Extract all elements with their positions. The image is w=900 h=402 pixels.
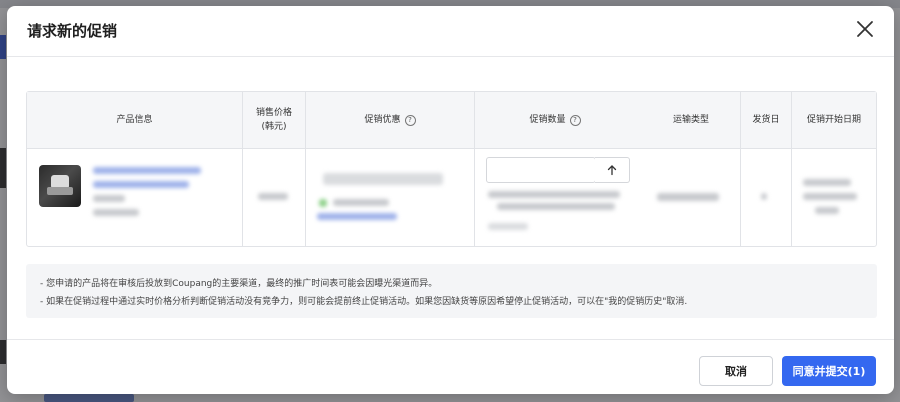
modal-footer: 取消 同意并提交(1) — [7, 339, 894, 394]
arrow-up-icon[interactable] — [595, 157, 630, 183]
header-promo-quantity: 促销数量 ? — [475, 92, 635, 148]
agree-submit-button[interactable]: 同意并提交(1) — [782, 356, 876, 386]
promotion-notice: - 您申请的产品将在审核后投放到Coupang的主要渠道，最终的推广时间表可能会… — [26, 264, 877, 318]
product-option — [93, 195, 125, 202]
header-promo-discount-label: 促销优惠 — [364, 115, 401, 125]
promo-quantity-hint — [497, 203, 615, 210]
product-id — [93, 209, 139, 216]
close-icon[interactable] — [854, 18, 876, 40]
product-thumbnail[interactable] — [39, 165, 81, 207]
promotion-request-modal: 请求新的促销 产品信息 销售价格 (韩元) 促销优惠 ? 促销数量 ? 运输类型 — [7, 6, 894, 394]
promo-discount-link[interactable] — [317, 213, 397, 220]
header-sale-price: 销售价格 (韩元) — [243, 92, 305, 148]
notice-line: - 如果在促销过程中通过实时价格分析判断促销活动没有竞争力，则可能会提前终止促销… — [40, 297, 688, 307]
modal-title: 请求新的促销 — [27, 22, 118, 40]
cancel-button[interactable]: 取消 — [699, 356, 773, 386]
product-name-link[interactable] — [93, 167, 201, 174]
table-row — [27, 149, 876, 245]
promo-start-date-value — [803, 193, 857, 200]
ship-day-value — [761, 193, 767, 200]
promo-start-date-value — [803, 179, 851, 186]
promo-discount-info — [333, 199, 389, 206]
sale-price-value — [258, 193, 288, 200]
check-icon — [319, 199, 327, 207]
promo-discount-field[interactable] — [323, 173, 443, 185]
promo-quantity-hint — [488, 191, 620, 198]
header-sale-price-unit: (韩元) — [261, 122, 287, 132]
shipping-type-value — [657, 193, 719, 201]
header-ship-day: 发货日 — [752, 115, 780, 125]
table-header: 产品信息 销售价格 (韩元) 促销优惠 ? 促销数量 ? 运输类型 发货日 促销… — [27, 92, 876, 149]
promo-quantity-input[interactable] — [486, 157, 596, 183]
question-circle-icon[interactable]: ? — [404, 114, 416, 126]
notice-line: - 您申请的产品将在审核后投放到Coupang的主要渠道，最终的推广时间表可能会… — [40, 279, 438, 289]
header-promo-discount: 促销优惠 ? — [306, 92, 474, 148]
header-shipping-type: 运输类型 — [672, 115, 709, 125]
promo-start-date-value — [815, 207, 839, 214]
modal-header: 请求新的促销 — [7, 6, 894, 57]
header-sale-price-label: 销售价格 — [255, 108, 292, 118]
question-circle-icon[interactable]: ? — [569, 114, 581, 126]
promotion-product-table: 产品信息 销售价格 (韩元) 促销优惠 ? 促销数量 ? 运输类型 发货日 促销… — [26, 91, 877, 247]
header-product-info: 产品信息 — [116, 115, 153, 125]
promo-quantity-note — [488, 223, 528, 230]
header-promo-quantity-label: 促销数量 — [529, 115, 566, 125]
product-name-link[interactable] — [93, 181, 189, 188]
header-promo-start-date: 促销开始日期 — [806, 115, 861, 125]
